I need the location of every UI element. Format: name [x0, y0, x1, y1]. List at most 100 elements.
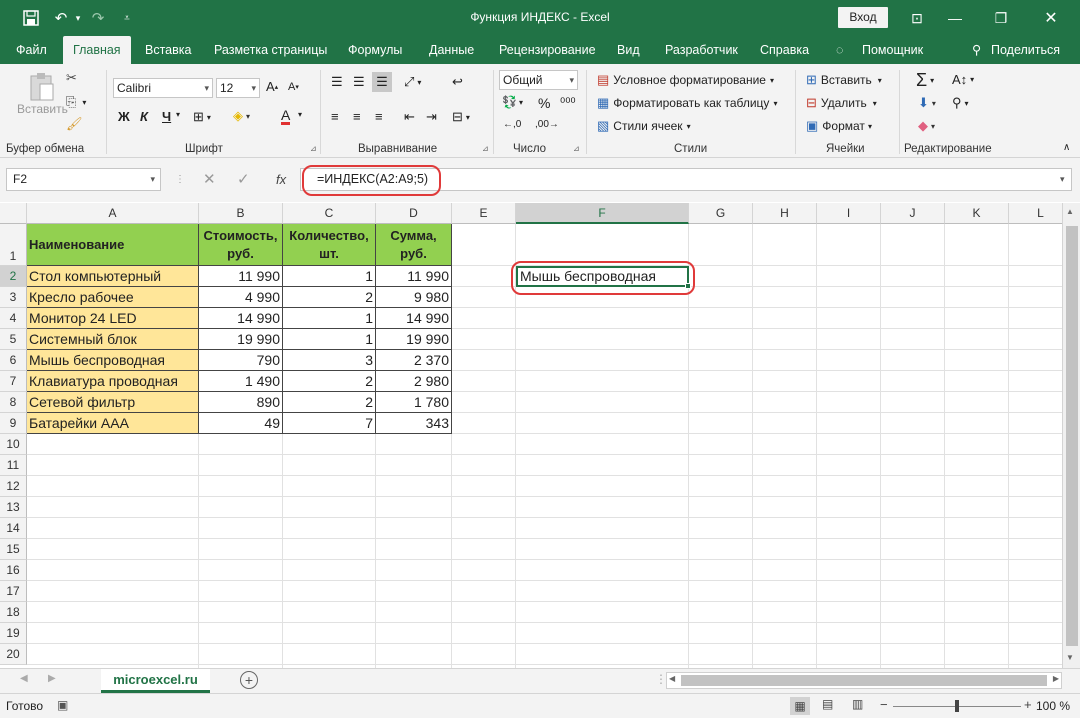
table-cell[interactable]: 890	[199, 392, 283, 413]
font-dialog-launcher-icon[interactable]: ⊿	[310, 144, 317, 153]
table-cell[interactable]: Сетевой фильтр	[27, 392, 199, 413]
align-left-icon[interactable]: ≡	[331, 109, 339, 124]
tab-review[interactable]: Рецензирование	[499, 36, 596, 64]
zoom-level[interactable]: 100 %	[1036, 699, 1070, 713]
col-header-i[interactable]: I	[817, 203, 881, 224]
table-cell[interactable]: Батарейки AAA	[27, 413, 199, 434]
format-cells-button[interactable]: ▣ Формат ▾	[806, 118, 872, 134]
paste-button[interactable]: Вставить	[17, 72, 68, 116]
decrease-indent-icon[interactable]: ⇤	[404, 109, 415, 125]
increase-decimal-icon[interactable]: ←,0	[503, 119, 521, 130]
comma-style-icon[interactable]: ⁰⁰⁰	[560, 95, 576, 111]
table-cell[interactable]: 11 990	[199, 266, 283, 287]
col-header-h[interactable]: H	[753, 203, 817, 224]
tab-assistant[interactable]: Помощник	[862, 36, 923, 64]
font-name-combo[interactable]: Calibri ▾	[113, 78, 213, 98]
col-header-k[interactable]: K	[945, 203, 1009, 224]
cancel-icon[interactable]: ✕	[203, 168, 216, 191]
prev-sheet-icon[interactable]: ◀	[20, 673, 28, 684]
login-button[interactable]: Вход	[838, 7, 888, 28]
format-painter-icon[interactable]: 🖌	[66, 116, 83, 132]
restore-icon[interactable]: ❐	[990, 0, 1012, 36]
italic-button[interactable]: К	[140, 109, 148, 124]
page-layout-view-icon[interactable]: ▤	[822, 697, 833, 711]
row-header[interactable]: 18	[0, 602, 27, 623]
spreadsheet-grid[interactable]: A B C D E F G H I J K L 1 2 3 4 5 6 7 8 …	[0, 203, 1062, 668]
number-format-combo[interactable]: Общий ▾	[499, 70, 578, 90]
h-scroll-thumb[interactable]	[681, 675, 1047, 686]
table-cell[interactable]: 19 990	[199, 329, 283, 350]
scroll-up-icon[interactable]: ▲	[1066, 207, 1074, 216]
table-cell[interactable]: 3	[283, 350, 376, 371]
align-top-icon[interactable]: ☰	[331, 74, 343, 90]
table-cell[interactable]: Стол компьютерный	[27, 266, 199, 287]
collapse-ribbon-icon[interactable]: ∧	[1063, 142, 1070, 153]
row-header[interactable]: 17	[0, 581, 27, 602]
table-cell[interactable]: 1 780	[376, 392, 452, 413]
cell-styles-button[interactable]: ▧ Стили ячеек ▾	[597, 118, 691, 134]
macro-record-icon[interactable]: ▣	[57, 698, 68, 712]
col-header-e[interactable]: E	[452, 203, 516, 224]
result-cell-f2[interactable]: Мышь беспроводная	[516, 266, 689, 287]
table-cell[interactable]: 14 990	[199, 308, 283, 329]
table-cell[interactable]: 2	[283, 371, 376, 392]
tab-page-layout[interactable]: Разметка страницы	[214, 36, 327, 64]
tab-help[interactable]: Справка	[760, 36, 809, 64]
row-header[interactable]: 2	[0, 266, 27, 287]
table-cell[interactable]: 49	[199, 413, 283, 434]
orientation-icon[interactable]: ⤢ ▾	[404, 74, 421, 90]
align-center-icon[interactable]: ≡	[353, 109, 361, 124]
insert-cells-button[interactable]: ⊞ Вставить ▾	[806, 72, 882, 88]
table-cell[interactable]: 1	[283, 329, 376, 350]
normal-view-icon[interactable]: ▦	[790, 697, 810, 715]
select-all-corner[interactable]	[0, 203, 27, 224]
row-header[interactable]: 5	[0, 329, 27, 350]
clear-icon[interactable]: ◆ ▾	[918, 118, 935, 134]
underline-dropdown-icon[interactable]: ▾	[176, 110, 180, 119]
table-cell[interactable]: Системный блок	[27, 329, 199, 350]
table-cell[interactable]: Мышь беспроводная	[27, 350, 199, 371]
align-middle-icon[interactable]: ☰	[353, 74, 365, 90]
expand-formula-bar-icon[interactable]: ▾	[1060, 168, 1065, 191]
row-header[interactable]: 10	[0, 434, 27, 455]
row-header[interactable]: 13	[0, 497, 27, 518]
name-box[interactable]: F2 ▾	[6, 168, 161, 191]
col-header-a[interactable]: A	[27, 203, 199, 224]
col-header-c[interactable]: C	[283, 203, 376, 224]
table-cell[interactable]: 9 980	[376, 287, 452, 308]
autosum-icon[interactable]: Σ ▾	[916, 70, 934, 91]
increase-font-icon[interactable]: A ▴	[266, 79, 278, 94]
table-cell[interactable]: 2	[283, 287, 376, 308]
row-header[interactable]: 8	[0, 392, 27, 413]
copy-icon[interactable]: ⎘ ▾	[66, 94, 86, 110]
col-header-g[interactable]: G	[689, 203, 753, 224]
add-sheet-icon[interactable]: +	[240, 671, 258, 689]
table-header-cell[interactable]: Наименование	[27, 224, 199, 266]
scroll-down-icon[interactable]: ▼	[1066, 653, 1074, 662]
table-cell[interactable]: 7	[283, 413, 376, 434]
table-cell[interactable]: 1 490	[199, 371, 283, 392]
tab-home[interactable]: Главная	[63, 36, 131, 64]
col-header-l[interactable]: L	[1009, 203, 1062, 224]
scroll-thumb[interactable]	[1066, 226, 1078, 646]
fill-icon[interactable]: ⬇ ▾	[918, 95, 936, 111]
row-header[interactable]: 12	[0, 476, 27, 497]
enter-icon[interactable]: ✓	[237, 168, 250, 191]
conditional-formatting-button[interactable]: ▤ Условное форматирование ▾	[597, 72, 774, 88]
insert-function-button[interactable]: fx	[276, 168, 286, 191]
table-header-cell[interactable]: Стоимость, руб.	[199, 224, 283, 266]
page-break-view-icon[interactable]: ▥	[852, 697, 863, 711]
tab-file[interactable]: Файл	[16, 36, 47, 64]
currency-icon[interactable]: 💱 ▾	[502, 95, 523, 109]
row-header[interactable]: 15	[0, 539, 27, 560]
zoom-slider-thumb[interactable]	[955, 700, 959, 712]
table-cell[interactable]: 343	[376, 413, 452, 434]
next-sheet-icon[interactable]: ▶	[48, 673, 56, 684]
merge-center-icon[interactable]: ⊟ ▾	[452, 109, 470, 125]
fill-color-icon[interactable]: ◈ ▾	[233, 108, 250, 124]
row-header[interactable]: 7	[0, 371, 27, 392]
row-header[interactable]: 11	[0, 455, 27, 476]
alignment-dialog-launcher-icon[interactable]: ⊿	[482, 144, 489, 153]
scroll-left-icon[interactable]: ◀	[669, 674, 675, 683]
tab-insert[interactable]: Вставка	[145, 36, 191, 64]
